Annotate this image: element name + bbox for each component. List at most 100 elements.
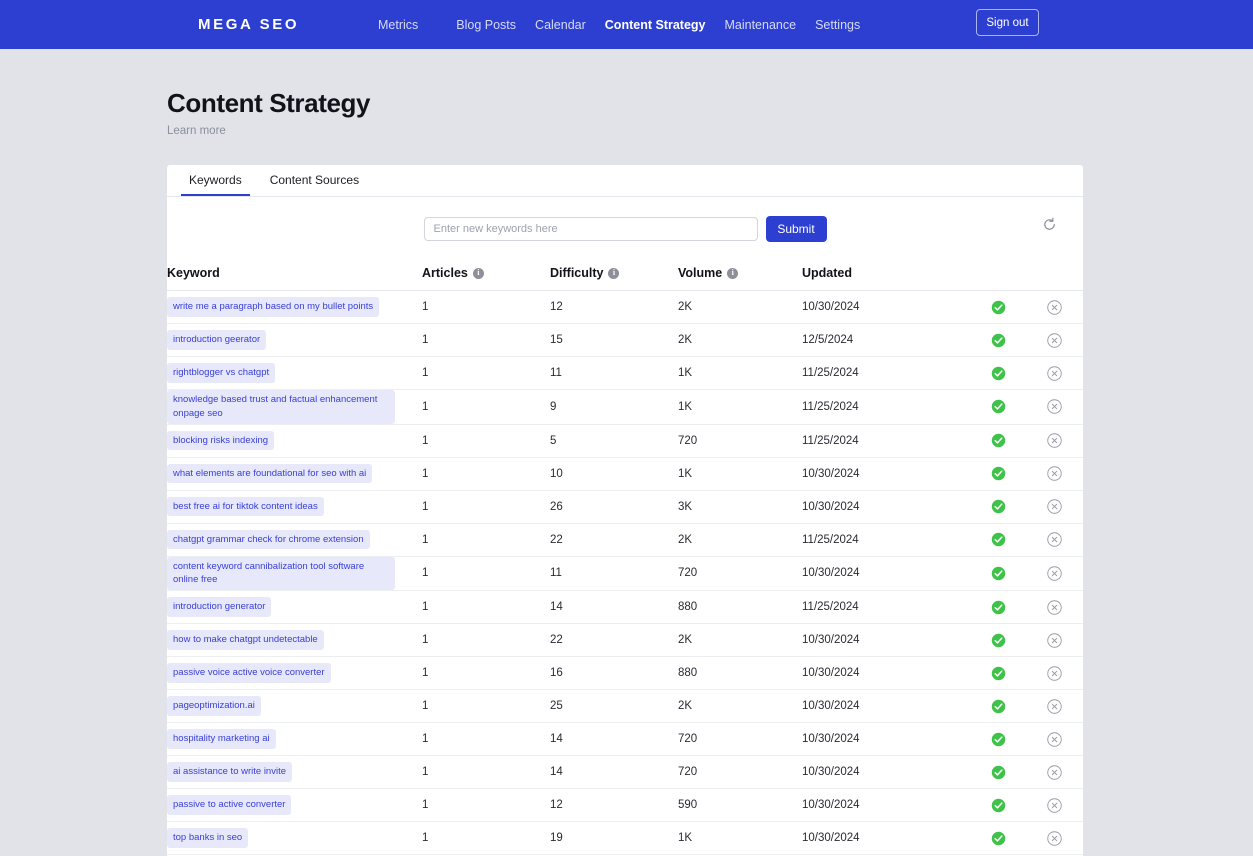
keyword-pill[interactable]: hospitality marketing ai <box>167 729 276 749</box>
tab-content-sources[interactable]: Content Sources <box>262 173 367 196</box>
reject-cell[interactable] <box>1026 323 1083 357</box>
check-circle-icon[interactable] <box>991 600 1006 615</box>
reject-cell[interactable] <box>1026 590 1083 625</box>
approve-cell[interactable] <box>970 689 1026 724</box>
close-circle-icon[interactable] <box>1047 299 1062 315</box>
keyword-pill[interactable]: what elements are foundational for seo w… <box>167 463 373 484</box>
reject-cell[interactable] <box>1026 424 1083 458</box>
approve-cell[interactable] <box>970 590 1026 625</box>
approve-cell[interactable] <box>970 788 1026 823</box>
check-circle-icon[interactable] <box>991 399 1006 414</box>
close-circle-icon[interactable] <box>1047 365 1062 381</box>
check-circle-icon[interactable] <box>991 366 1006 381</box>
nav-link-calendar[interactable]: Calendar <box>516 18 586 32</box>
approve-cell[interactable] <box>970 389 1026 425</box>
close-circle-icon[interactable] <box>1047 632 1062 648</box>
approve-cell[interactable] <box>970 623 1026 658</box>
keyword-pill[interactable]: chatgpt grammar check for chrome extensi… <box>167 529 370 550</box>
close-circle-icon[interactable] <box>1047 499 1062 514</box>
sign-out-button[interactable]: Sign out <box>976 9 1039 36</box>
approve-cell[interactable] <box>970 722 1026 757</box>
reject-cell[interactable] <box>1026 722 1083 757</box>
close-circle-icon[interactable] <box>1047 764 1062 780</box>
keyword-pill[interactable]: top banks in seo <box>167 828 249 848</box>
close-circle-icon[interactable] <box>1047 698 1062 714</box>
reject-cell[interactable] <box>1026 389 1083 425</box>
reject-cell[interactable] <box>1026 457 1083 491</box>
approve-cell[interactable] <box>970 490 1026 524</box>
check-circle-icon[interactable] <box>991 732 1006 747</box>
nav-link-maintenance[interactable]: Maintenance <box>705 18 796 32</box>
new-keywords-input[interactable] <box>423 217 758 241</box>
check-circle-icon[interactable] <box>991 765 1006 780</box>
reject-cell[interactable] <box>1026 290 1083 324</box>
check-circle-icon[interactable] <box>991 699 1006 714</box>
refresh-icon[interactable] <box>1039 214 1059 234</box>
submit-button[interactable]: Submit <box>765 216 827 242</box>
close-circle-icon[interactable] <box>1047 797 1062 813</box>
close-circle-icon[interactable] <box>1047 665 1062 681</box>
approve-cell[interactable] <box>970 424 1026 458</box>
close-circle-icon[interactable] <box>1047 399 1062 414</box>
nav-link-content-strategy[interactable]: Content Strategy <box>586 18 706 32</box>
brand-logo[interactable]: MEGA SEO <box>198 16 299 33</box>
reject-cell[interactable] <box>1026 356 1083 390</box>
keyword-pill[interactable]: blocking risks indexing <box>167 430 275 451</box>
close-circle-icon[interactable] <box>1047 532 1062 547</box>
approve-cell[interactable] <box>970 290 1026 324</box>
reject-cell[interactable] <box>1026 656 1083 691</box>
close-circle-icon[interactable] <box>1047 566 1062 581</box>
check-circle-icon[interactable] <box>991 300 1006 315</box>
approve-cell[interactable] <box>970 821 1026 856</box>
keyword-pill[interactable]: how to make chatgpt undetectable <box>167 630 324 650</box>
check-circle-icon[interactable] <box>991 633 1006 648</box>
keyword-pill[interactable]: rightblogger vs chatgpt <box>167 363 276 383</box>
reject-cell[interactable] <box>1026 689 1083 724</box>
reject-cell[interactable] <box>1026 523 1083 557</box>
keyword-pill[interactable]: ai assistance to write invite <box>167 762 292 782</box>
keyword-pill[interactable]: passive to active converter <box>167 795 292 815</box>
close-circle-icon[interactable] <box>1047 599 1062 615</box>
check-circle-icon[interactable] <box>991 499 1006 514</box>
approve-cell[interactable] <box>970 457 1026 491</box>
check-circle-icon[interactable] <box>991 666 1006 681</box>
reject-cell[interactable] <box>1026 788 1083 823</box>
reject-cell[interactable] <box>1026 490 1083 524</box>
info-icon[interactable]: i <box>472 267 484 279</box>
keyword-pill[interactable]: content keyword cannibalization tool sof… <box>167 556 395 591</box>
learn-more-link[interactable]: Learn more <box>167 125 226 137</box>
keyword-pill[interactable]: pageoptimization.ai <box>167 696 261 716</box>
check-circle-icon[interactable] <box>991 433 1006 448</box>
keyword-pill[interactable]: introduction generator <box>167 597 272 617</box>
approve-cell[interactable] <box>970 323 1026 357</box>
info-icon[interactable]: i <box>608 267 620 279</box>
reject-cell[interactable] <box>1026 755 1083 790</box>
close-circle-icon[interactable] <box>1047 332 1062 348</box>
approve-cell[interactable] <box>970 556 1026 592</box>
check-circle-icon[interactable] <box>991 831 1006 846</box>
close-circle-icon[interactable] <box>1047 731 1062 747</box>
approve-cell[interactable] <box>970 755 1026 790</box>
info-icon[interactable]: i <box>727 267 739 279</box>
check-circle-icon[interactable] <box>991 466 1006 481</box>
approve-cell[interactable] <box>970 356 1026 390</box>
check-circle-icon[interactable] <box>991 798 1006 813</box>
reject-cell[interactable] <box>1026 556 1083 592</box>
keyword-pill[interactable]: write me a paragraph based on my bullet … <box>167 297 380 317</box>
close-circle-icon[interactable] <box>1047 466 1062 481</box>
check-circle-icon[interactable] <box>991 532 1006 547</box>
reject-cell[interactable] <box>1026 821 1083 856</box>
check-circle-icon[interactable] <box>991 333 1006 348</box>
keyword-pill[interactable]: introduction geerator <box>167 330 267 350</box>
reject-cell[interactable] <box>1026 623 1083 658</box>
nav-link-settings[interactable]: Settings <box>796 18 860 32</box>
close-circle-icon[interactable] <box>1047 830 1062 846</box>
nav-link-metrics[interactable]: Metrics <box>378 18 437 32</box>
tab-keywords[interactable]: Keywords <box>181 173 250 196</box>
nav-link-blog-posts[interactable]: Blog Posts <box>437 18 516 32</box>
approve-cell[interactable] <box>970 523 1026 557</box>
check-circle-icon[interactable] <box>991 566 1006 581</box>
keyword-pill[interactable]: knowledge based trust and factual enhanc… <box>167 390 395 424</box>
keyword-pill[interactable]: passive voice active voice converter <box>167 663 331 683</box>
approve-cell[interactable] <box>970 656 1026 691</box>
